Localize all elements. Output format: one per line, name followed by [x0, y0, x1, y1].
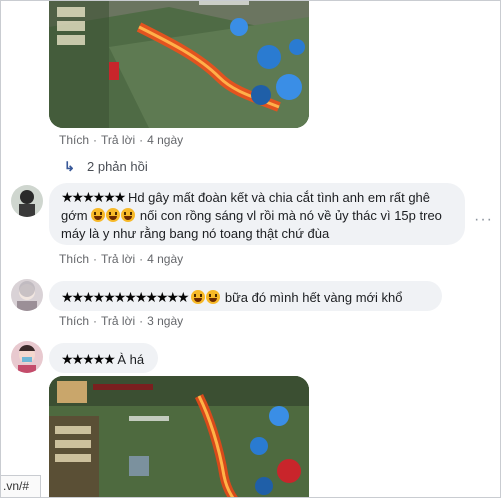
like-link[interactable]: Thích [59, 314, 89, 328]
comment-time: 4 ngày [147, 133, 184, 147]
reply-link[interactable]: Trả lời [101, 252, 135, 266]
comment-bubble: ★★★★★ À há [49, 343, 158, 373]
comment-author[interactable]: ★★★★★ [61, 351, 116, 367]
like-link[interactable]: Thích [59, 252, 89, 266]
status-bar-url: .vn/# [1, 475, 41, 497]
comment-actions: Thích · Trả lời · 4 ngày [59, 133, 184, 147]
comment-image-attachment[interactable] [49, 376, 309, 497]
replies-count: 2 phản hồi [87, 159, 148, 174]
avatar[interactable] [11, 279, 43, 311]
reply-link[interactable]: Trả lời [101, 133, 135, 147]
comment-time: 4 ngày [147, 252, 184, 266]
game-screenshot [49, 376, 309, 497]
comment-author[interactable]: ★★★★★★ [61, 189, 126, 205]
like-link[interactable]: Thích [59, 133, 89, 147]
comments-panel: Thích · Trả lời · 4 ngày ↳ 2 phản hồi ★★★★★★ … [0, 0, 501, 498]
reply-arrow-icon: ↳ [64, 159, 75, 174]
grinning-sweat-emoji-icon [91, 208, 106, 222]
avatar[interactable] [11, 185, 43, 217]
comment-text: À há [117, 352, 145, 367]
comment-bubble: ★★★★★★★★★★★★ bữa đó mình hết vàng mới kh… [49, 281, 442, 311]
comment-author[interactable]: ★★★★★★★★★★★★ [61, 289, 190, 305]
comment-actions: Thích · Trả lời · 4 ngày [59, 252, 184, 266]
comment-image-attachment[interactable] [49, 1, 309, 128]
game-screenshot [49, 1, 309, 128]
grinning-sweat-emoji-icon [121, 208, 136, 222]
crying-emoji-icon [206, 290, 221, 304]
comment-bubble: ★★★★★★ Hd gây mất đoàn kết và chia cắt t… [49, 183, 465, 245]
avatar[interactable] [11, 341, 43, 373]
crying-emoji-icon [191, 290, 206, 304]
more-options-icon[interactable]: ··· [474, 211, 493, 229]
comment-actions: Thích · Trả lời · 3 ngày [59, 314, 184, 328]
comment-text: bữa đó mình hết vàng mới khổ [224, 290, 403, 305]
comment-time: 3 ngày [147, 314, 184, 328]
reply-link[interactable]: Trả lời [101, 314, 135, 328]
grinning-sweat-emoji-icon [106, 208, 121, 222]
view-replies-link[interactable]: ↳ 2 phản hồi [64, 159, 148, 175]
